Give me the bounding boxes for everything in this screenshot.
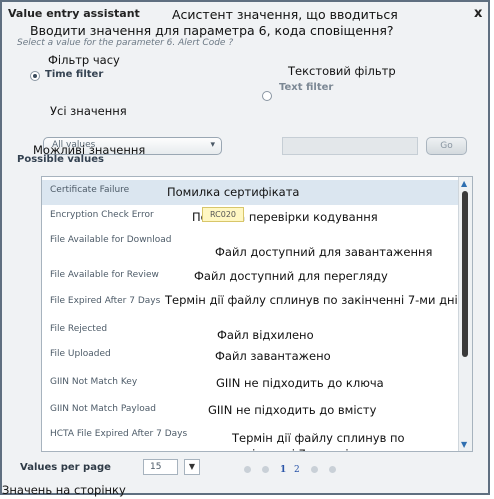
list-item[interactable]: File Rejected Файл відхилено [42, 319, 460, 344]
list-item-value: Encryption Check Error [50, 210, 154, 220]
instruction-text: Select a value for the parameter 6. Aler… [17, 38, 234, 48]
list-item-value: Certificate Failure [50, 185, 130, 195]
time-filter-translation: Фільтр часу [48, 53, 120, 67]
list-item-translation: Помилка сертифіката [167, 185, 300, 199]
possible-values-list[interactable]: Certificate Failure Помилка сертифіката … [41, 176, 473, 452]
page-link[interactable]: 2 [294, 465, 300, 475]
list-item-value: GIIN Not Match Payload [50, 404, 156, 414]
dialog-title-translation: Асистент значення, що вводиться [172, 7, 398, 22]
list-item[interactable]: Certificate Failure Помилка сертифіката [42, 180, 460, 205]
possible-values-heading: Possible values [17, 154, 104, 165]
scroll-down-icon[interactable]: ▼ [461, 440, 467, 449]
list-item[interactable]: Encryption Check Error Помилка перевірки… [42, 205, 460, 230]
list-item-translation: GIIN не підходить до вмісту [208, 403, 377, 417]
text-filter-input[interactable] [282, 137, 418, 155]
list-item-value: File Uploaded [50, 349, 111, 359]
list-item[interactable]: File Available for Review Файл доступний… [42, 265, 460, 290]
list-item-translation: Термін дії файлу сплинув по закінченні 7… [165, 293, 465, 307]
text-filter-translation: Текстовий фільтр [288, 64, 396, 78]
list-tooltip: RC020 [202, 207, 244, 222]
list-item-value: File Rejected [50, 324, 108, 334]
list-item-translation: Термін дії файлу сплинув по закінченні 7… [232, 431, 405, 451]
list-item-translation: Файл доступний для завантаження [215, 245, 433, 259]
next-page-icon[interactable] [311, 466, 318, 473]
time-filter-label: Time filter [45, 69, 104, 80]
instruction-translation: Вводити значення для параметра 6, кода с… [30, 23, 394, 38]
list-item-value: File Available for Review [50, 270, 159, 280]
list-item[interactable]: GIIN Not Match Key GIIN не підходить до … [42, 372, 460, 397]
list-item-translation: GIIN не підходить до ключа [216, 376, 384, 390]
list-scrollbar[interactable]: ▲ ▼ [458, 177, 472, 451]
list-item-value: GIIN Not Match Key [50, 377, 138, 387]
list-item[interactable]: File Available for Download Файл доступн… [42, 230, 460, 259]
per-page-translation: Значень на сторінку [2, 483, 126, 497]
page-link-current[interactable]: 1 [280, 465, 286, 475]
chevron-down-icon[interactable]: ▼ [184, 459, 200, 475]
list-item-translation: Файл доступний для перегляду [194, 269, 388, 283]
chevron-down-icon: ▾ [210, 140, 215, 150]
previous-page-icon[interactable] [262, 466, 269, 473]
scroll-up-icon[interactable]: ▲ [461, 179, 467, 188]
list-item[interactable]: HCTA File Expired After 7 Days Термін ді… [42, 426, 460, 451]
text-filter-radio[interactable] [262, 91, 272, 101]
go-button[interactable]: Go [426, 137, 467, 155]
scrollbar-thumb[interactable] [462, 191, 468, 357]
close-icon[interactable]: x [474, 6, 482, 21]
list-item-value: HCTA File Expired After 7 Days [50, 429, 188, 439]
per-page-select[interactable]: 15 [143, 459, 178, 475]
per-page-label: Values per page [20, 462, 111, 473]
last-page-icon[interactable] [329, 466, 336, 473]
list-item-value: File Expired After 7 Days [50, 296, 161, 306]
list-item-translation: Файл відхилено [217, 328, 314, 342]
dialog-title: Value entry assistant [8, 7, 140, 20]
list-item-translation: Файл завантажено [215, 349, 331, 363]
list-item-value: File Available for Download [50, 235, 172, 245]
text-filter-label: Text filter [279, 82, 334, 93]
first-page-icon[interactable] [244, 466, 251, 473]
list-item[interactable]: File Uploaded Файл завантажено [42, 344, 460, 369]
list-item[interactable]: GIIN Not Match Payload GIIN не підходить… [42, 399, 460, 424]
all-values-translation: Усі значення [50, 104, 127, 118]
time-filter-radio[interactable] [30, 71, 40, 81]
